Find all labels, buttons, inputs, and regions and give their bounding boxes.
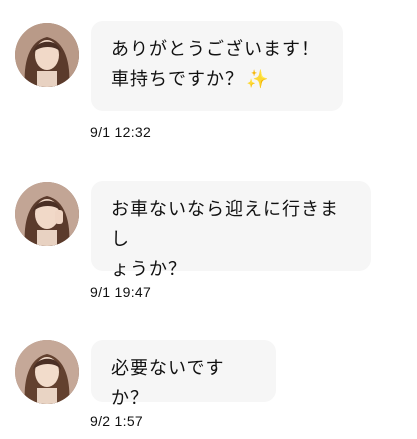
message-text: 必要ないですか？	[111, 358, 225, 409]
message-text: お車ないなら迎えに行きまし ょうか？	[111, 199, 339, 280]
message-timestamp: 9/1 12:32	[90, 124, 152, 140]
user-avatar-icon	[15, 340, 79, 404]
sparkles-icon: ✨	[246, 69, 270, 90]
user-avatar-icon	[15, 23, 79, 87]
message-timestamp: 9/2 1:57	[90, 413, 143, 429]
sender-avatar[interactable]	[15, 340, 79, 404]
sender-avatar[interactable]	[15, 23, 79, 87]
message-timestamp: 9/1 19:47	[90, 284, 152, 300]
user-avatar-icon	[15, 182, 79, 246]
message-bubble[interactable]: 必要ないですか？	[91, 340, 276, 409]
sender-avatar[interactable]	[15, 182, 79, 246]
message-bubble[interactable]: お車ないなら迎えに行きまし ょうか？	[91, 181, 371, 280]
message-text: ありがとうございます！ 車持ちですか？	[111, 39, 320, 90]
message-bubble[interactable]: ありがとうございます！ 車持ちですか？ ✨	[91, 21, 343, 111]
